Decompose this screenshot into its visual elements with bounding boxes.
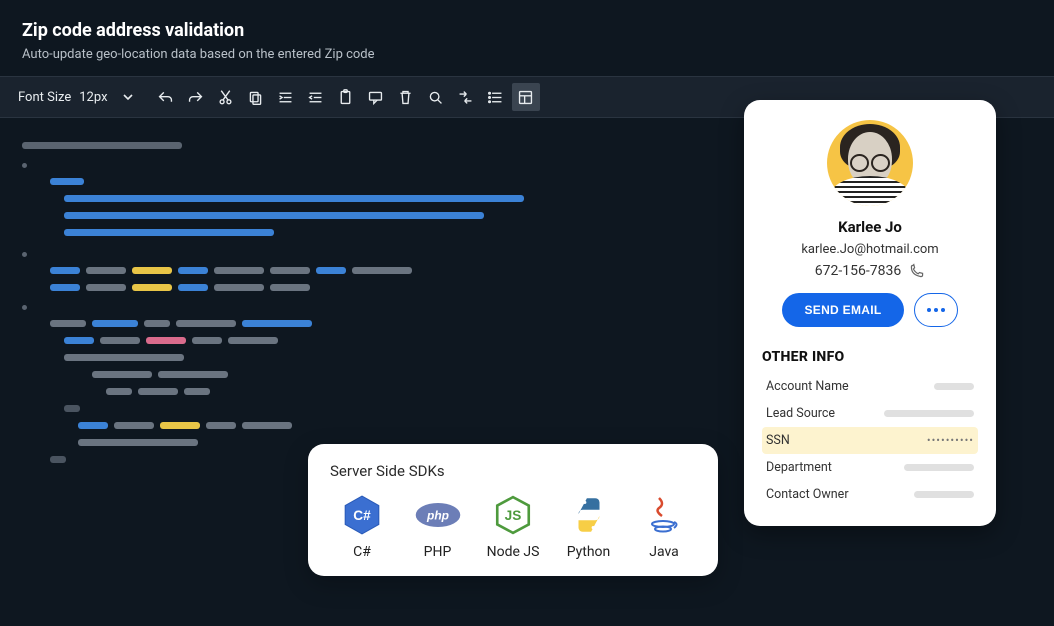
header: Zip code address validation Auto-update …	[0, 0, 1054, 76]
profile-email: karlee.Jo@hotmail.com	[762, 242, 978, 257]
chevron-down-icon[interactable]	[114, 83, 142, 111]
profile-name: Karlee Jo	[762, 218, 978, 236]
info-row-contact-owner: Contact Owner	[762, 481, 978, 508]
send-email-button[interactable]: SEND EMAIL	[782, 293, 903, 327]
page-subtitle: Auto-update geo-location data based on t…	[22, 47, 1032, 62]
replace-icon[interactable]	[452, 83, 480, 111]
redo-icon[interactable]	[182, 83, 210, 111]
info-value-placeholder	[914, 491, 974, 498]
java-icon	[640, 494, 688, 536]
info-value-placeholder	[934, 383, 974, 390]
undo-icon[interactable]	[152, 83, 180, 111]
sdk-item-csharp[interactable]: C# C#	[330, 494, 394, 560]
info-value-masked: ••••••••••	[927, 434, 974, 447]
search-icon[interactable]	[422, 83, 450, 111]
svg-text:php: php	[426, 508, 449, 522]
csharp-icon: C#	[338, 494, 386, 536]
nodejs-icon: JS	[489, 494, 537, 536]
sdk-label: Java	[649, 544, 679, 560]
info-label: SSN	[766, 433, 790, 448]
info-row-department: Department	[762, 454, 978, 481]
avatar	[827, 120, 913, 206]
sdk-item-nodejs[interactable]: JS Node JS	[481, 494, 545, 560]
sdk-title: Server Side SDKs	[330, 462, 696, 480]
info-row-account-name: Account Name	[762, 373, 978, 400]
font-size-value[interactable]: 12px	[79, 90, 107, 105]
info-row-lead-source: Lead Source	[762, 400, 978, 427]
info-value-placeholder	[904, 464, 974, 471]
delete-icon[interactable]	[392, 83, 420, 111]
info-label: Lead Source	[766, 406, 835, 421]
indent-icon[interactable]	[272, 83, 300, 111]
sdk-label: PHP	[424, 544, 452, 560]
info-label: Account Name	[766, 379, 849, 394]
app-window: Zip code address validation Auto-update …	[0, 0, 1054, 626]
sdk-label: Python	[567, 544, 611, 560]
sdk-label: Node JS	[487, 544, 540, 560]
layout-icon[interactable]	[512, 83, 540, 111]
copy-icon[interactable]	[242, 83, 270, 111]
sdk-card: Server Side SDKs C# C# php PHP JS Node J…	[308, 444, 718, 576]
outdent-icon[interactable]	[302, 83, 330, 111]
sdk-item-php[interactable]: php PHP	[406, 494, 470, 560]
svg-text:JS: JS	[505, 508, 522, 523]
php-icon: php	[414, 494, 462, 536]
info-row-ssn: SSN ••••••••••	[762, 427, 978, 454]
sdk-label: C#	[353, 544, 371, 560]
phone-number: 672-156-7836	[815, 263, 901, 279]
font-size-label: Font Size	[18, 90, 71, 105]
paste-icon[interactable]	[332, 83, 360, 111]
sdk-item-java[interactable]: Java	[632, 494, 696, 560]
cut-icon[interactable]	[212, 83, 240, 111]
comment-icon[interactable]	[362, 83, 390, 111]
sdk-item-python[interactable]: Python	[557, 494, 621, 560]
other-info-title: OTHER INFO	[762, 349, 978, 365]
profile-phone: 672-156-7836	[762, 263, 978, 279]
info-label: Contact Owner	[766, 487, 849, 502]
page-title: Zip code address validation	[22, 20, 1032, 41]
svg-text:C#: C#	[353, 508, 371, 523]
info-label: Department	[766, 460, 832, 475]
info-value-placeholder	[884, 410, 974, 417]
list-icon[interactable]	[482, 83, 510, 111]
more-actions-button[interactable]	[914, 293, 958, 327]
phone-icon	[909, 263, 925, 279]
profile-card: Karlee Jo karlee.Jo@hotmail.com 672-156-…	[744, 100, 996, 526]
python-icon	[565, 494, 613, 536]
